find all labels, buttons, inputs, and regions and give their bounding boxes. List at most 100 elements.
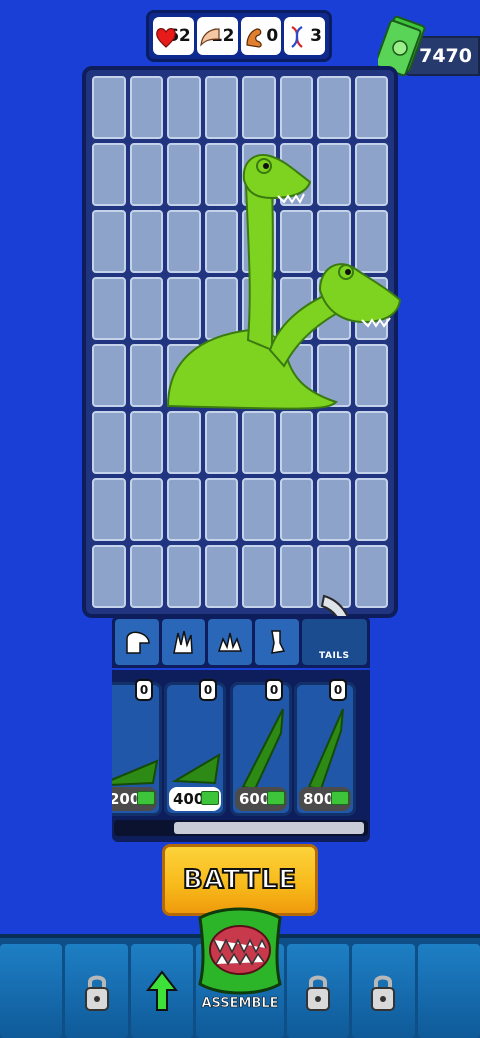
- category-tabs: TAILS: [112, 616, 370, 668]
- grid-cell[interactable]: [242, 344, 276, 407]
- grid-cell[interactable]: [129, 344, 163, 407]
- nav-blank[interactable]: [0, 944, 63, 1038]
- grid-cell[interactable]: [204, 210, 238, 273]
- tab-heads[interactable]: [115, 619, 159, 665]
- grid-cell[interactable]: [204, 478, 238, 541]
- grid-cell[interactable]: [92, 411, 126, 474]
- grid-cell[interactable]: [242, 411, 276, 474]
- grid-cell[interactable]: [279, 143, 313, 206]
- nav-locked-1[interactable]: [65, 944, 128, 1038]
- dna-icon: [291, 26, 304, 48]
- parts-panel: 0 200 0 400 0 600 0 800: [112, 670, 370, 842]
- grid-cell[interactable]: [242, 545, 276, 608]
- grid-cell[interactable]: [204, 143, 238, 206]
- grid-cell[interactable]: [242, 478, 276, 541]
- grid-cell[interactable]: [92, 478, 126, 541]
- tab-claws[interactable]: [161, 619, 206, 665]
- assemble-icon[interactable]: [190, 898, 290, 998]
- lock-icon: [84, 975, 109, 1011]
- grid-cell[interactable]: [242, 210, 276, 273]
- grid-cell[interactable]: [317, 76, 351, 139]
- tail-piece-icon: [171, 753, 221, 785]
- grid-cell[interactable]: [317, 143, 351, 206]
- tail-piece-icon: [112, 759, 159, 786]
- grid-cell[interactable]: [354, 143, 388, 206]
- cash-icon: [267, 791, 285, 805]
- claw-icon: [173, 630, 194, 654]
- cash-icon: [201, 791, 219, 805]
- grid-cell[interactable]: [92, 277, 126, 340]
- resource-dna-value: 3: [310, 26, 322, 46]
- grid-cell[interactable]: [279, 344, 313, 407]
- part-price: 600: [235, 787, 287, 811]
- tab-legs[interactable]: [254, 619, 299, 665]
- parts-scrollbar[interactable]: [114, 820, 368, 836]
- resource-muscle: 0: [240, 17, 282, 55]
- grid-cell[interactable]: [354, 411, 388, 474]
- grid-cell[interactable]: [317, 478, 351, 541]
- resource-health: 62: [153, 17, 194, 55]
- up-arrow-icon: [146, 970, 179, 1011]
- grid-cell[interactable]: [167, 344, 201, 407]
- nav-locked-2[interactable]: [286, 944, 350, 1038]
- grid-cell[interactable]: [317, 344, 351, 407]
- grid-cell[interactable]: [92, 210, 126, 273]
- grid-cell[interactable]: [167, 411, 201, 474]
- dino-head-icon: [126, 631, 150, 654]
- grid-cell[interactable]: [92, 344, 126, 407]
- grid-cell[interactable]: [354, 210, 388, 273]
- grid-cell[interactable]: [167, 478, 201, 541]
- grid-cell[interactable]: [354, 76, 388, 139]
- wing-icon: [199, 28, 220, 47]
- grid-cell[interactable]: [279, 545, 313, 608]
- grid-cell[interactable]: [204, 76, 238, 139]
- grid-cell[interactable]: [354, 277, 388, 340]
- grid-cell[interactable]: [129, 478, 163, 541]
- grid-cell[interactable]: [92, 143, 126, 206]
- grid-cell[interactable]: [279, 411, 313, 474]
- grid-cell[interactable]: [129, 411, 163, 474]
- grid-cell[interactable]: [354, 478, 388, 541]
- grid-cell[interactable]: [204, 344, 238, 407]
- grid-cell[interactable]: [92, 76, 126, 139]
- grid-cell[interactable]: [242, 76, 276, 139]
- grid-cell[interactable]: [279, 76, 313, 139]
- part-card[interactable]: 0 600: [230, 679, 292, 816]
- grid-cell[interactable]: [242, 143, 276, 206]
- grid-cell[interactable]: [129, 210, 163, 273]
- grid-cell[interactable]: [129, 143, 163, 206]
- muscle-icon: [245, 28, 262, 48]
- grid-cell[interactable]: [167, 143, 201, 206]
- grid-cell[interactable]: [354, 344, 388, 407]
- grid-cell[interactable]: [167, 76, 201, 139]
- tab-spikes[interactable]: [208, 619, 252, 665]
- resource-dna: 3: [284, 17, 325, 55]
- grid-cell[interactable]: [204, 277, 238, 340]
- grid-cell[interactable]: [167, 545, 201, 608]
- grid-cell[interactable]: [242, 277, 276, 340]
- grid-cell[interactable]: [279, 277, 313, 340]
- grid-cell[interactable]: [129, 76, 163, 139]
- nav-blank-2[interactable]: [417, 944, 480, 1038]
- grid-cell[interactable]: [204, 545, 238, 608]
- nav-upgrade[interactable]: [130, 944, 194, 1038]
- grid-cell[interactable]: [129, 277, 163, 340]
- part-card[interactable]: 0 200: [112, 679, 162, 816]
- cash-icon: [331, 791, 349, 805]
- parts-scrollbar-thumb[interactable]: [174, 822, 364, 834]
- grid-cell[interactable]: [317, 210, 351, 273]
- grid-cell[interactable]: [129, 545, 163, 608]
- grid-cell[interactable]: [279, 478, 313, 541]
- grid-cell[interactable]: [167, 210, 201, 273]
- grid-cell[interactable]: [279, 210, 313, 273]
- grid-cell[interactable]: [317, 411, 351, 474]
- grid-cell[interactable]: [317, 277, 351, 340]
- part-card[interactable]: 0 800: [294, 679, 356, 816]
- part-count-badge: 0: [135, 679, 153, 701]
- grid-cell[interactable]: [92, 545, 126, 608]
- nav-locked-3[interactable]: [352, 944, 415, 1038]
- part-card-selected[interactable]: 0 400: [164, 679, 226, 816]
- tab-tails[interactable]: TAILS: [301, 619, 368, 665]
- grid-cell[interactable]: [204, 411, 238, 474]
- grid-cell[interactable]: [167, 277, 201, 340]
